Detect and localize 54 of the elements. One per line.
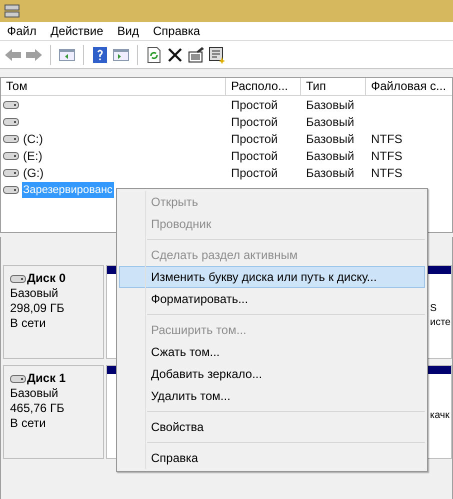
table-cell: Простой <box>231 166 278 180</box>
settings-wizard-icon[interactable] <box>208 46 226 64</box>
table-cell: Базовый <box>306 166 354 180</box>
disk-size: 298,09 ГБ <box>10 301 66 316</box>
table-cell: Базовый <box>306 114 354 128</box>
help-icon[interactable] <box>91 46 109 64</box>
disk-management-icon <box>4 3 20 19</box>
disk-status: В сети <box>10 316 47 331</box>
menu-item[interactable]: Справка <box>146 22 208 40</box>
table-cell: Простой <box>231 132 278 146</box>
table-cell: NTFS <box>371 166 402 180</box>
delete-icon[interactable] <box>166 46 184 64</box>
menu-item[interactable]: Форматировать... <box>119 288 425 310</box>
column-header[interactable]: Располо... <box>226 78 301 95</box>
column-header[interactable]: Тип <box>301 78 366 95</box>
drive-icon <box>3 150 19 160</box>
refresh-icon[interactable] <box>145 46 163 64</box>
drive-icon <box>3 184 19 194</box>
menu-item[interactable]: Вид <box>110 22 146 40</box>
drive-icon <box>3 100 19 110</box>
menu-item[interactable]: Добавить зеркало... <box>119 363 425 385</box>
disk-size: 465,76 ГБ <box>10 401 66 416</box>
column-header[interactable]: Том <box>1 78 226 95</box>
partition-label: исте <box>430 316 451 330</box>
table-cell: Базовый <box>306 148 354 162</box>
menu-item[interactable]: Действие <box>44 22 110 40</box>
table-cell: Простой <box>231 148 278 162</box>
table-cell: Простой <box>231 114 278 128</box>
partition-label: S <box>430 302 437 316</box>
disk-status: В сети <box>10 416 47 431</box>
menu-item[interactable]: Справка <box>119 447 425 469</box>
column-header[interactable]: Файловая с... <box>366 78 453 95</box>
table-cell: Базовый <box>306 132 354 146</box>
menu-item[interactable]: Изменить букву диска или путь к диску... <box>119 266 425 288</box>
partition-label: качк <box>430 409 450 423</box>
drive-icon <box>3 134 19 144</box>
table-cell[interactable]: (E:) <box>22 148 44 164</box>
menu-item[interactable]: Файл <box>0 22 44 40</box>
disk-name: Диск 1 <box>27 371 66 386</box>
table-cell: NTFS <box>371 132 402 146</box>
menu-item[interactable]: Удалить том... <box>119 385 425 407</box>
drive-icon <box>3 116 19 126</box>
disk-type: Базовый <box>10 386 60 401</box>
menu-item[interactable]: Свойства <box>119 416 425 438</box>
table-cell[interactable]: (C:) <box>22 130 44 146</box>
disk-type: Базовый <box>10 286 60 301</box>
table-cell: Базовый <box>306 98 354 112</box>
table-cell: Простой <box>231 98 278 112</box>
properties-icon[interactable] <box>187 46 205 64</box>
drive-icon <box>3 168 19 178</box>
menu-item[interactable]: Сжать том... <box>119 341 425 363</box>
disk-name: Диск 0 <box>27 271 66 286</box>
table-cell[interactable]: (G:) <box>22 164 45 180</box>
table-cell: NTFS <box>371 148 402 162</box>
